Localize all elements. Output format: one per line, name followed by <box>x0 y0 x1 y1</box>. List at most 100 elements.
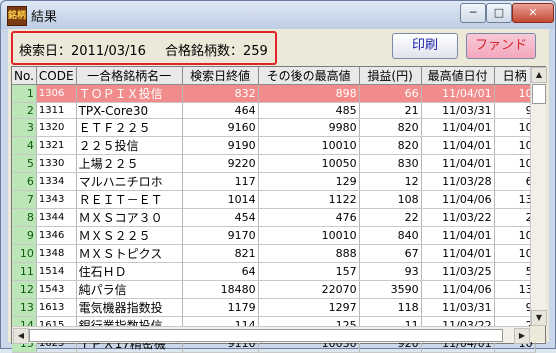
cell-row-number: 3 <box>12 118 37 137</box>
title-bar[interactable]: 銘柄 結果 ─ □ ✕ <box>1 1 555 29</box>
cell-row-number: 9 <box>12 226 37 245</box>
cell-stock-code: 1306 <box>36 84 77 103</box>
cell-stock-code: 1543 <box>36 280 77 299</box>
cell-stock-code: 1344 <box>36 208 77 227</box>
header-row: No. CODE 一合格銘柄名一 検索日終値 その後の最高値 損益(円) 最高値日付 日柄 <box>12 67 536 85</box>
cell-profit: 820 <box>359 118 422 137</box>
cell-profit: 830 <box>359 154 422 173</box>
table-row[interactable]: 9 1346 ＭＸＳ２２５ 9170 10010 840 11/04/01 10 <box>12 226 536 245</box>
cell-search-close: 9190 <box>182 136 259 155</box>
results-grid[interactable]: No. CODE 一合格銘柄名一 検索日終値 その後の最高値 損益(円) 最高値日付 日柄 1… <box>11 66 547 353</box>
scroll-down-icon[interactable]: ▼ <box>531 310 547 326</box>
scroll-up-icon[interactable]: ▲ <box>531 67 547 83</box>
cell-stock-code: 1311 <box>36 102 77 119</box>
cell-profit: 22 <box>359 208 422 227</box>
table-body: 1 1306 ＴＯＰＩＸ投信 832 898 66 11/04/01 10 2 1311 TPX-C… <box>12 84 536 353</box>
results-table: No. CODE 一合格銘柄名一 検索日終値 その後の最高値 損益(円) 最高値日付 日柄 1… <box>12 67 536 353</box>
table-row[interactable]: 5 1330 上場２２５ 9220 10050 830 11/04/01 10 <box>12 154 536 173</box>
table-row[interactable]: 81344ＭＸＳコア３０4544762211/03/222 <box>12 208 536 227</box>
cell-day-count: 10 <box>494 226 536 245</box>
cell-row-number: 7 <box>12 190 37 209</box>
result-window: 銘柄 結果 ─ □ ✕ 検索日：2011/03/16 合格銘柄数：259 印刷 … <box>0 0 556 353</box>
cell-max-price: 888 <box>258 244 360 263</box>
scroll-left-icon[interactable]: ◀ <box>13 328 29 344</box>
table-row[interactable]: 21311TPX-Core304644852111/03/319 <box>12 102 536 119</box>
cell-max-price: 9980 <box>258 118 360 137</box>
app-icon: 銘柄 <box>7 6 27 26</box>
cell-max-price: 22070 <box>258 280 360 299</box>
cell-stock-name: 純パラ信 <box>76 280 183 299</box>
table-row[interactable]: 131613電気機器指数投1179129711811/03/319 <box>12 298 536 317</box>
cell-max-date: 11/04/01 <box>421 244 495 263</box>
cell-row-number: 13 <box>12 298 37 317</box>
cell-stock-name: ＭＸＳトピクス <box>76 244 183 263</box>
cell-stock-name: ２２５投信 <box>76 136 183 155</box>
header-col-high-date[interactable]: 最高値日付 <box>421 67 495 85</box>
client-area: 検索日：2011/03/16 合格銘柄数：259 印刷 ファンド No. CODE… <box>8 29 549 353</box>
cell-max-price: 1122 <box>258 190 360 209</box>
cell-profit: 3590 <box>359 280 422 299</box>
header-col-name[interactable]: 一合格銘柄名一 <box>76 67 183 85</box>
scroll-right-icon[interactable]: ▶ <box>514 328 530 344</box>
vertical-scrollbar[interactable]: ▲ ▼ <box>530 67 547 326</box>
cell-max-date: 11/03/25 <box>421 262 495 281</box>
horizontal-scroll-thumb[interactable] <box>29 329 503 342</box>
header-col-high[interactable]: その後の最高値 <box>258 67 360 85</box>
header-col-days[interactable]: 日柄 <box>494 67 536 85</box>
print-button[interactable]: 印刷 <box>392 33 458 59</box>
table-row[interactable]: 61334マルハニチロホ1171291211/03/286 <box>12 172 536 191</box>
cell-stock-name: マルハニチロホ <box>76 172 183 191</box>
cell-profit: 820 <box>359 136 422 155</box>
cell-max-price: 10050 <box>258 154 360 173</box>
cell-day-count: 10 <box>494 84 536 103</box>
table-row[interactable]: 1 1306 ＴＯＰＩＸ投信 832 898 66 11/04/01 10 <box>12 84 536 103</box>
cell-max-date: 11/04/06 <box>421 190 495 209</box>
cell-stock-name: 上場２２５ <box>76 154 183 173</box>
close-button[interactable]: ✕ <box>512 3 554 23</box>
header-col-code[interactable]: CODE <box>36 67 77 85</box>
header-col-profit[interactable]: 損益(円) <box>359 67 422 85</box>
table-row[interactable]: 3 1320 ＥＴＦ２２５ 9160 9980 820 11/04/01 10 <box>12 118 536 137</box>
fund-button[interactable]: ファンド <box>466 33 536 59</box>
table-row[interactable]: 10 1348 ＭＸＳトピクス 821 888 67 11/04/01 10 <box>12 244 536 263</box>
cell-day-count: 2 <box>494 208 536 227</box>
header-col-no[interactable]: No. <box>12 67 37 85</box>
header-col-close[interactable]: 検索日終値 <box>182 67 259 85</box>
cell-row-number: 5 <box>12 154 37 173</box>
cell-stock-code: 1320 <box>36 118 77 137</box>
cell-profit: 108 <box>359 190 422 209</box>
cell-stock-name: ＭＸＳコア３０ <box>76 208 183 227</box>
cell-stock-code: 1334 <box>36 172 77 191</box>
vertical-scroll-thumb[interactable] <box>532 84 546 104</box>
cell-max-date: 11/04/01 <box>421 136 495 155</box>
cell-search-close: 9220 <box>182 154 259 173</box>
cell-search-close: 464 <box>182 102 259 119</box>
cell-stock-name: ＥＴＦ２２５ <box>76 118 183 137</box>
minimize-button[interactable]: ─ <box>460 3 486 23</box>
cell-stock-name: TPX-Core30 <box>76 102 183 119</box>
table-row[interactable]: 111514住石ＨＤ641579311/03/255 <box>12 262 536 281</box>
table-row[interactable]: 7 1343 ＲＥＩＴ－ＥＴ 1014 1122 108 11/04/06 13 <box>12 190 536 209</box>
cell-max-date: 11/04/01 <box>421 118 495 137</box>
cell-search-close: 821 <box>182 244 259 263</box>
cell-max-date: 11/03/28 <box>421 172 495 191</box>
cell-max-price: 476 <box>258 208 360 227</box>
cell-max-price: 129 <box>258 172 360 191</box>
cell-stock-name: ＴＯＰＩＸ投信 <box>76 84 183 103</box>
cell-day-count: 10 <box>494 244 536 263</box>
cell-stock-code: 1514 <box>36 262 77 281</box>
cell-day-count: 9 <box>494 102 536 119</box>
horizontal-scrollbar[interactable]: ◀ ▶ <box>12 326 530 344</box>
cell-stock-code: 1321 <box>36 136 77 155</box>
maximize-button[interactable]: □ <box>486 3 512 23</box>
cell-max-price: 10010 <box>258 136 360 155</box>
cell-day-count: 13 <box>494 190 536 209</box>
table-row[interactable]: 12 1543 純パラ信 18480 22070 3590 11/04/06 13 <box>12 280 536 299</box>
cell-row-number: 2 <box>12 102 37 119</box>
cell-stock-name: 電気機器指数投 <box>76 298 183 317</box>
cell-max-price: 157 <box>258 262 360 281</box>
cell-search-close: 1179 <box>182 298 259 317</box>
table-row[interactable]: 4 1321 ２２５投信 9190 10010 820 11/04/01 10 <box>12 136 536 155</box>
cell-row-number: 12 <box>12 280 37 299</box>
search-date-label: 検索日：2011/03/16 <box>19 44 146 59</box>
